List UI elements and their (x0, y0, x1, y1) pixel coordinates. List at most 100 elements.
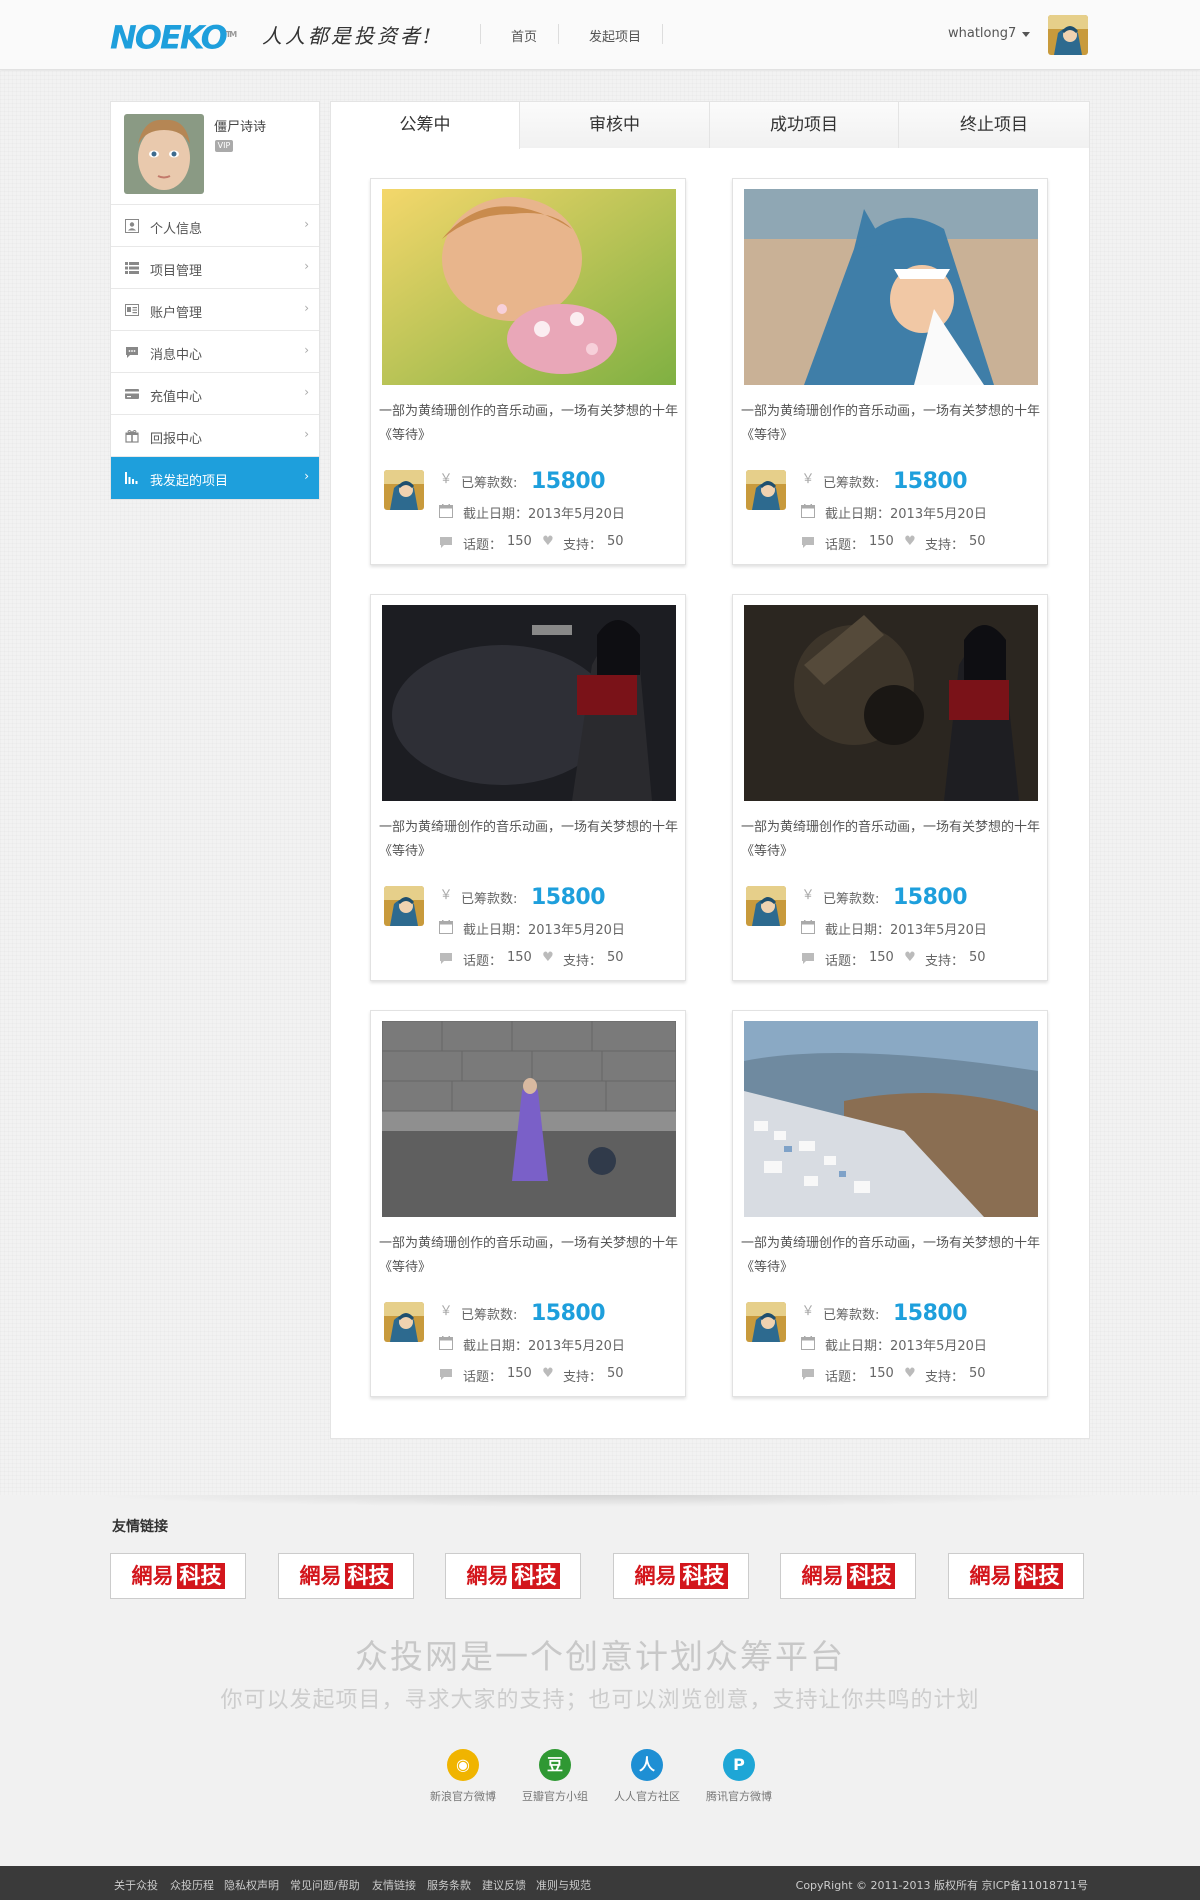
nav-start-project[interactable]: 发起项目 (589, 26, 641, 45)
footer-link[interactable]: 关于众投 (114, 1877, 158, 1893)
project-tabs: 公筹中 审核中 成功项目 终止项目 (331, 102, 1089, 149)
social-weibo[interactable]: ◉ 新浪官方微博 (418, 1749, 508, 1804)
sidebar-item-project-management[interactable]: 项目管理 › (111, 247, 319, 289)
heart-icon: ♥ (542, 1366, 554, 1381)
tab-fundraising[interactable]: 公筹中 (331, 102, 520, 149)
creator-avatar[interactable] (384, 1302, 424, 1342)
project-card[interactable]: 一部为黄绮珊创作的音乐动画，一场有关梦想的十年《等待》 ￥ 已筹款数: 15800 截止… (732, 1010, 1048, 1397)
support-label: 支持： (563, 954, 603, 969)
tab-terminated[interactable]: 终止项目 (899, 102, 1089, 148)
project-card[interactable]: 一部为黄绮珊创作的音乐动画，一场有关梦想的十年《等待》 ￥ 已筹款数: 15800 截止… (370, 1010, 686, 1397)
project-image[interactable] (382, 189, 676, 385)
creator-avatar[interactable] (746, 886, 786, 926)
support-count: 50 (969, 534, 986, 549)
project-description[interactable]: 一部为黄绮珊创作的音乐动画，一场有关梦想的十年《等待》 (741, 816, 1041, 864)
topic-count: 150 (507, 1366, 532, 1381)
user-menu-name[interactable]: whatlong7 (948, 26, 1016, 41)
friend-link-netease-tech[interactable]: 網易 科技 (948, 1553, 1084, 1599)
footer-link[interactable]: 隐私权声明 (224, 1877, 279, 1893)
chevron-down-icon[interactable] (1022, 32, 1030, 37)
user-card-icon (125, 219, 139, 233)
project-image[interactable] (744, 189, 1038, 385)
friend-link-netease-tech[interactable]: 網易 科技 (278, 1553, 414, 1599)
social-label: 新浪官方微博 (430, 1790, 496, 1803)
heart-icon: ♥ (904, 950, 916, 965)
raised-label: 已筹款数: (461, 476, 518, 491)
project-description[interactable]: 一部为黄绮珊创作的音乐动画，一场有关梦想的十年《等待》 (741, 1232, 1041, 1280)
project-image[interactable] (744, 1021, 1038, 1217)
project-description[interactable]: 一部为黄绮珊创作的音乐动画，一场有关梦想的十年《等待》 (379, 1232, 679, 1280)
deadline: 截止日期：2013年5月20日 (463, 507, 625, 522)
raised-amount: 15800 (893, 885, 968, 910)
support-count: 50 (607, 1366, 624, 1381)
yen-icon: ￥ (801, 1304, 815, 1319)
sidebar-item-message-center[interactable]: 消息中心 › (111, 331, 319, 373)
footer-link[interactable]: 建议反馈 (482, 1877, 526, 1893)
credit-card-icon (125, 389, 139, 399)
topic-label: 话题： (825, 1370, 865, 1385)
platform-subtagline: 你可以发起项目，寻求大家的支持；也可以浏览创意，支持让你共鸣的计划 (220, 1688, 980, 1713)
tab-under-review[interactable]: 审核中 (520, 102, 710, 148)
sidebar-item-recharge-center[interactable]: 充值中心 › (111, 373, 319, 415)
raised-label: 已筹款数: (823, 476, 880, 491)
project-image[interactable] (744, 605, 1038, 801)
support-label: 支持： (925, 954, 965, 969)
project-card[interactable]: 一部为黄绮珊创作的音乐动画，一场有关梦想的十年《等待》 ￥ 已筹款数: 15800 截止… (732, 594, 1048, 981)
user-avatar[interactable] (1048, 15, 1088, 55)
chat-icon (802, 537, 814, 548)
project-image[interactable] (382, 605, 676, 801)
footer-link[interactable]: 常见问题/帮助 (290, 1877, 360, 1893)
tab-successful[interactable]: 成功项目 (710, 102, 899, 148)
topic-count: 150 (869, 1366, 894, 1381)
deadline: 截止日期：2013年5月20日 (463, 923, 625, 938)
vip-badge: VIP (215, 140, 233, 152)
creator-avatar[interactable] (746, 1302, 786, 1342)
nav-home[interactable]: 首页 (511, 26, 537, 45)
list-icon (125, 262, 139, 274)
deadline: 截止日期：2013年5月20日 (825, 1339, 987, 1354)
friend-link-netease-tech[interactable]: 網易 科技 (110, 1553, 246, 1599)
creator-avatar[interactable] (746, 470, 786, 510)
chat-icon (802, 1369, 814, 1380)
sidebar-item-personal-info[interactable]: 个人信息 › (111, 205, 319, 247)
social-label: 腾讯官方微博 (706, 1790, 772, 1803)
deadline: 截止日期：2013年5月20日 (825, 923, 987, 938)
friend-link-netease-tech[interactable]: 網易 科技 (780, 1553, 916, 1599)
tencent-weibo-icon: P (723, 1749, 755, 1781)
social-tencent-weibo[interactable]: P 腾讯官方微博 (694, 1749, 784, 1804)
platform-tagline: 众投网是一个创意计划众筹平台 (355, 1637, 845, 1676)
footer-link[interactable]: 准则与规范 (536, 1877, 591, 1893)
support-label: 支持： (563, 1370, 603, 1385)
raised-amount: 15800 (893, 1301, 968, 1326)
sidebar-item-reward-center[interactable]: 回报中心 › (111, 415, 319, 457)
support-count: 50 (607, 950, 624, 965)
calendar-icon (801, 1336, 815, 1350)
site-logo[interactable]: NOEKOTM (110, 18, 237, 55)
calendar-icon (801, 504, 815, 518)
project-image[interactable] (382, 1021, 676, 1217)
chat-icon (440, 537, 452, 548)
raised-amount: 15800 (531, 885, 606, 910)
creator-avatar[interactable] (384, 886, 424, 926)
chevron-right-icon: › (304, 259, 309, 273)
creator-avatar[interactable] (384, 470, 424, 510)
social-douban[interactable]: 豆 豆瓣官方小组 (510, 1749, 600, 1804)
friend-link-netease-tech[interactable]: 網易 科技 (613, 1553, 749, 1599)
social-renren[interactable]: 人 人人官方社区 (602, 1749, 692, 1804)
project-description[interactable]: 一部为黄绮珊创作的音乐动画，一场有关梦想的十年《等待》 (379, 400, 679, 448)
footer-link[interactable]: 服务条款 (427, 1877, 471, 1893)
footer-link[interactable]: 众投历程 (170, 1877, 214, 1893)
profile-photo[interactable] (124, 114, 204, 194)
heart-icon: ♥ (904, 1366, 916, 1381)
sidebar-item-account-management[interactable]: 账户管理 › (111, 289, 319, 331)
support-count: 50 (607, 534, 624, 549)
project-card[interactable]: 一部为黄绮珊创作的音乐动画，一场有关梦想的十年《等待》 ￥ 已筹款数: 15800 截止… (370, 594, 686, 981)
footer-link[interactable]: 友情链接 (372, 1877, 416, 1893)
project-card[interactable]: 一部为黄绮珊创作的音乐动画，一场有关梦想的十年《等待》 ￥ 已筹款数: 15800 截止… (732, 178, 1048, 565)
sidebar-item-my-projects[interactable]: 我发起的项目 › (111, 457, 319, 499)
topic-label: 话题： (463, 538, 503, 553)
project-description[interactable]: 一部为黄绮珊创作的音乐动画，一场有关梦想的十年《等待》 (379, 816, 679, 864)
project-card[interactable]: 一部为黄绮珊创作的音乐动画，一场有关梦想的十年《等待》 ￥ 已筹款数: 15800 截止… (370, 178, 686, 565)
friend-link-netease-tech[interactable]: 網易 科技 (445, 1553, 581, 1599)
project-description[interactable]: 一部为黄绮珊创作的音乐动画，一场有关梦想的十年《等待》 (741, 400, 1041, 448)
